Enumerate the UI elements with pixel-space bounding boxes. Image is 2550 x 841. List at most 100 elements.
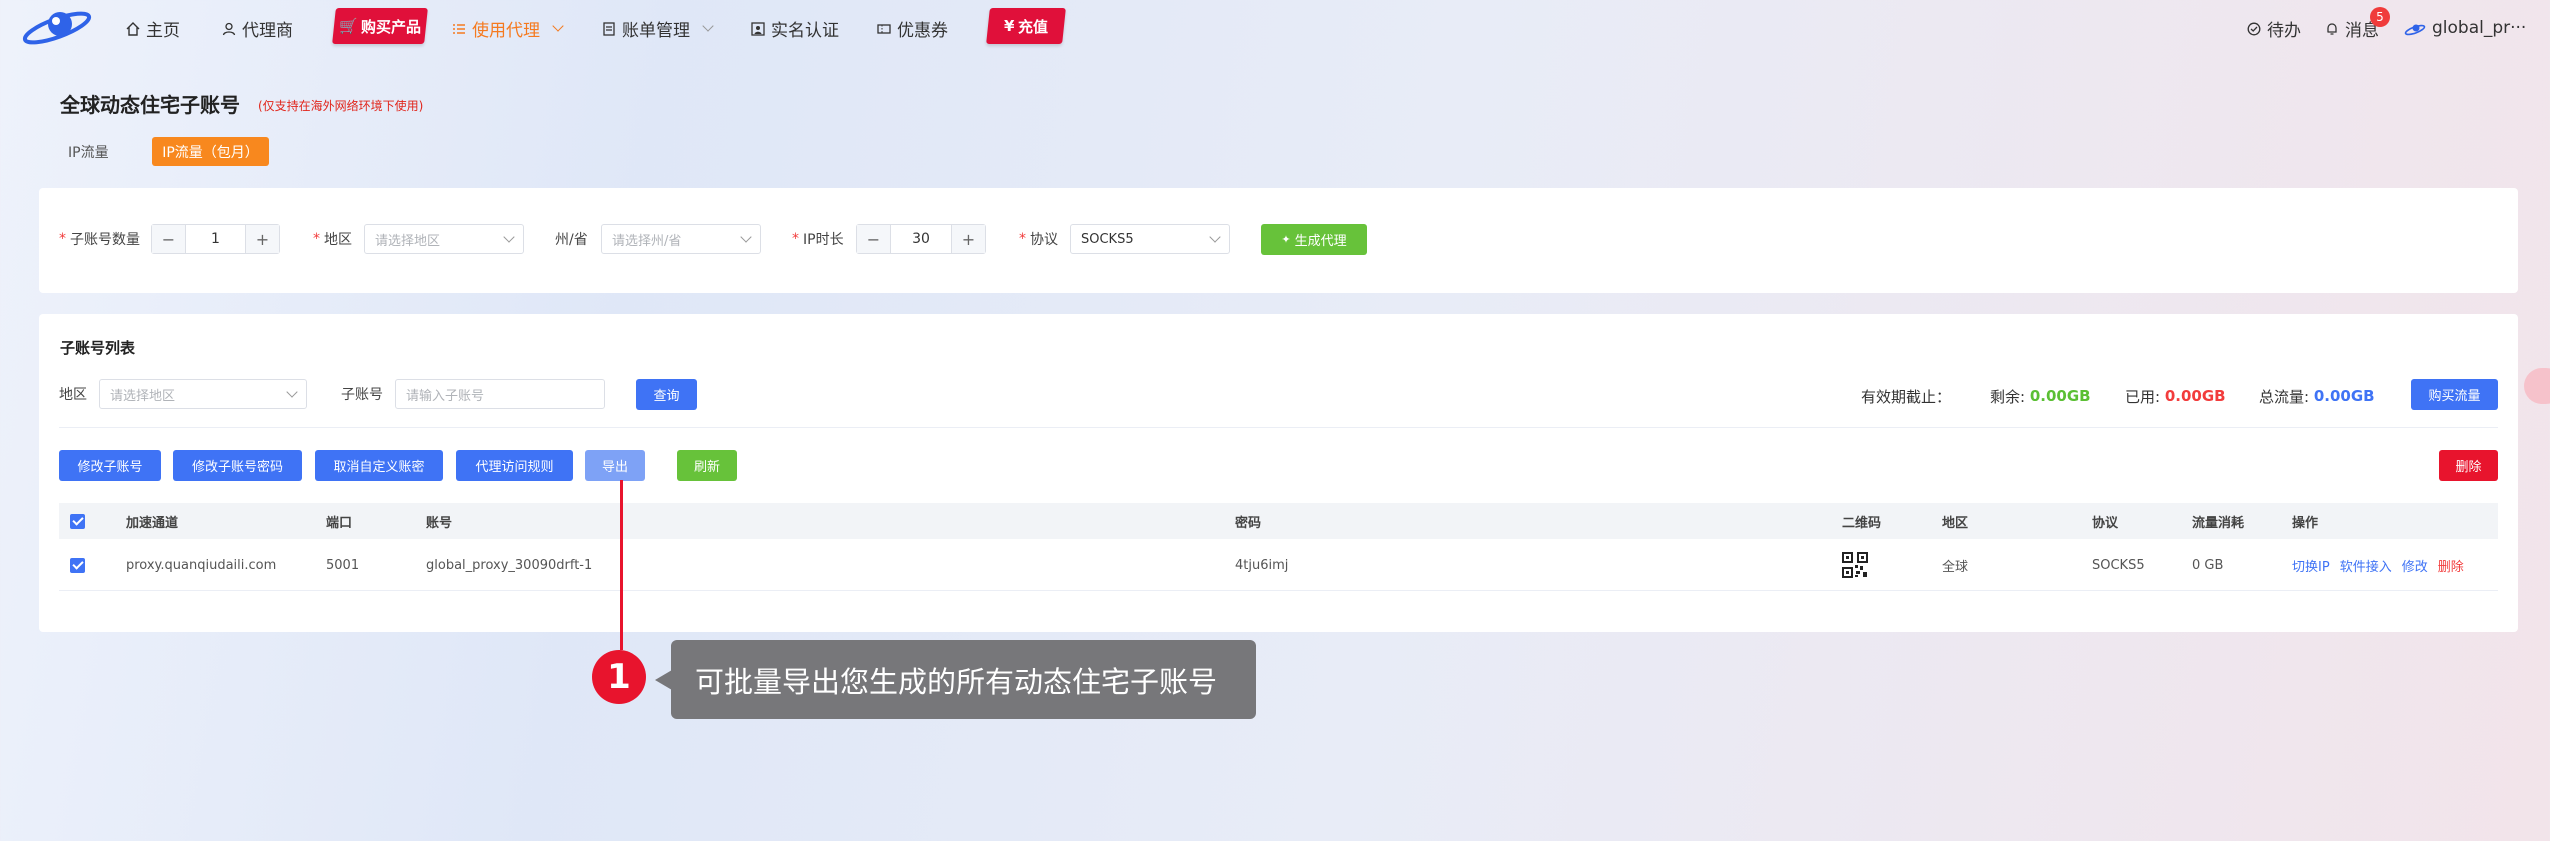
- increment-button[interactable]: +: [952, 225, 985, 253]
- col-region: 地区: [1942, 515, 1969, 531]
- remaining-stat: 剩余: 0.00GB: [1990, 387, 2091, 406]
- chevron-down-icon: [286, 386, 298, 398]
- list-title: 子账号列表: [60, 339, 136, 357]
- expiry-label: 有效期截止：: [1861, 387, 1952, 406]
- col-password: 密码: [1235, 515, 1262, 531]
- switch-ip-link[interactable]: 切换IP: [2292, 556, 2330, 575]
- bell-icon: [2325, 21, 2339, 35]
- state-label: 州/省: [555, 232, 588, 248]
- select-all-checkbox[interactable]: [70, 503, 85, 539]
- protocol-select[interactable]: SOCKS5: [1070, 224, 1230, 254]
- chevron-down-icon: [1209, 231, 1221, 243]
- annotation-number: 1: [592, 650, 646, 704]
- qrcode-icon[interactable]: [1842, 539, 1868, 591]
- query-button[interactable]: 查询: [636, 379, 697, 410]
- checkbox-checked-icon[interactable]: [70, 557, 85, 573]
- cell-password: 4tju6imj: [1235, 557, 1289, 573]
- state-select[interactable]: 请选择州/省: [601, 224, 761, 254]
- decrement-button[interactable]: −: [152, 225, 185, 253]
- user-icon: [222, 21, 236, 36]
- col-port: 端口: [326, 515, 353, 531]
- cell-ops: 切换IP 软件接入 修改 删除: [2292, 539, 2474, 591]
- chevron-down-icon: [552, 20, 564, 32]
- chevron-down-icon: [503, 231, 515, 243]
- document-icon: [602, 21, 616, 36]
- message-count-badge: 5: [2370, 7, 2390, 27]
- row-checkbox[interactable]: [70, 539, 85, 591]
- chevron-down-icon: [702, 20, 714, 32]
- refresh-button[interactable]: 刷新: [677, 450, 737, 481]
- protocol-label: * 协议: [1019, 231, 1058, 248]
- cell-port: 5001: [326, 557, 360, 573]
- top-nav: 主页 代理商 🛒 购买产品 使用代理 账单管理 实名认证 优惠券 ¥ 充值 待办…: [0, 0, 2550, 56]
- duration-label: * IP时长: [792, 231, 844, 248]
- tab-ip-traffic[interactable]: IP流量: [58, 137, 119, 166]
- list-region-label: 地区: [59, 387, 87, 403]
- cell-traffic: 0 GB: [2192, 557, 2224, 573]
- cancel-custom-button[interactable]: 取消自定义账密: [315, 450, 443, 481]
- nav-home[interactable]: 主页: [126, 15, 180, 41]
- col-protocol: 协议: [2092, 515, 2119, 531]
- count-label: * 子账号数量: [59, 231, 140, 248]
- cell-region: 全球: [1942, 559, 1969, 575]
- annotation-pointer-line: [620, 480, 623, 650]
- list-account-input[interactable]: 请输入子账号: [395, 379, 605, 409]
- annotation-bubble: 可批量导出您生成的所有动态住宅子账号: [671, 640, 1256, 719]
- nav-todo[interactable]: 待办: [2247, 15, 2301, 41]
- count-stepper[interactable]: − 1 +: [151, 224, 280, 254]
- generate-proxy-button[interactable]: ✦ 生成代理: [1261, 224, 1367, 255]
- decrement-button[interactable]: −: [857, 225, 890, 253]
- cell-account: global_proxy_30090drft-1: [426, 557, 593, 573]
- delete-button[interactable]: 删除: [2439, 450, 2498, 481]
- region-select[interactable]: 请选择地区: [364, 224, 524, 254]
- list-icon: [452, 21, 466, 35]
- increment-button[interactable]: +: [246, 225, 279, 253]
- nav-recharge-ribbon[interactable]: ¥ 充值: [986, 8, 1066, 44]
- list-account-label: 子账号: [341, 387, 383, 403]
- access-rules-button[interactable]: 代理访问规则: [456, 450, 573, 481]
- yuan-icon: ¥: [1003, 17, 1015, 35]
- nav-coupons[interactable]: 优惠券: [877, 15, 948, 41]
- ticket-icon: [877, 21, 891, 35]
- tab-ip-traffic-monthly[interactable]: IP流量（包月）: [152, 137, 269, 166]
- cart-icon: 🛒: [338, 17, 358, 35]
- page-note: (仅支持在海外网络环境下使用): [258, 99, 424, 113]
- col-traffic: 流量消耗: [2192, 515, 2245, 531]
- used-stat: 已用: 0.00GB: [2125, 387, 2226, 406]
- avatar: [2404, 21, 2426, 36]
- user-menu[interactable]: global_pr···: [2404, 15, 2526, 41]
- divider: [59, 427, 2498, 428]
- list-region-select[interactable]: 请选择地区: [99, 379, 307, 409]
- check-circle-icon: [2247, 21, 2261, 36]
- chevron-down-icon: [740, 231, 752, 243]
- software-access-link[interactable]: 软件接入: [2340, 556, 2392, 575]
- id-card-icon: [751, 21, 765, 36]
- page-title: 全球动态住宅子账号: [60, 93, 240, 117]
- total-stat: 总流量: 0.00GB: [2259, 387, 2375, 406]
- col-ops: 操作: [2292, 515, 2319, 531]
- checkbox-checked-icon[interactable]: [70, 513, 85, 529]
- region-label: * 地区: [313, 231, 352, 248]
- cell-channel: proxy.quanqiudaili.com: [126, 557, 277, 573]
- cell-protocol: SOCKS5: [2092, 557, 2145, 573]
- nav-verify[interactable]: 实名认证: [751, 15, 839, 41]
- delete-link[interactable]: 删除: [2438, 556, 2464, 575]
- floating-edit-icon[interactable]: [2524, 368, 2550, 404]
- annotation-tail: [655, 670, 672, 690]
- edit-password-button[interactable]: 修改子账号密码: [173, 450, 302, 481]
- edit-account-button[interactable]: 修改子账号: [59, 450, 161, 481]
- home-icon: [126, 21, 140, 36]
- buy-traffic-button[interactable]: 购买流量: [2411, 379, 2498, 410]
- table-header: [59, 503, 2498, 539]
- nav-use-proxy[interactable]: 使用代理: [452, 15, 564, 41]
- nav-agent[interactable]: 代理商: [222, 15, 293, 41]
- col-qrcode: 二维码: [1842, 515, 1882, 531]
- col-channel: 加速通道: [126, 515, 179, 531]
- sparkle-icon: ✦: [1281, 233, 1291, 246]
- edit-link[interactable]: 修改: [2402, 556, 2428, 575]
- logo[interactable]: [20, 6, 94, 48]
- nav-bills[interactable]: 账单管理: [602, 15, 714, 41]
- export-button[interactable]: 导出: [585, 450, 645, 481]
- duration-stepper[interactable]: − 30 +: [856, 224, 986, 254]
- nav-buy-ribbon[interactable]: 🛒 购买产品: [332, 8, 428, 44]
